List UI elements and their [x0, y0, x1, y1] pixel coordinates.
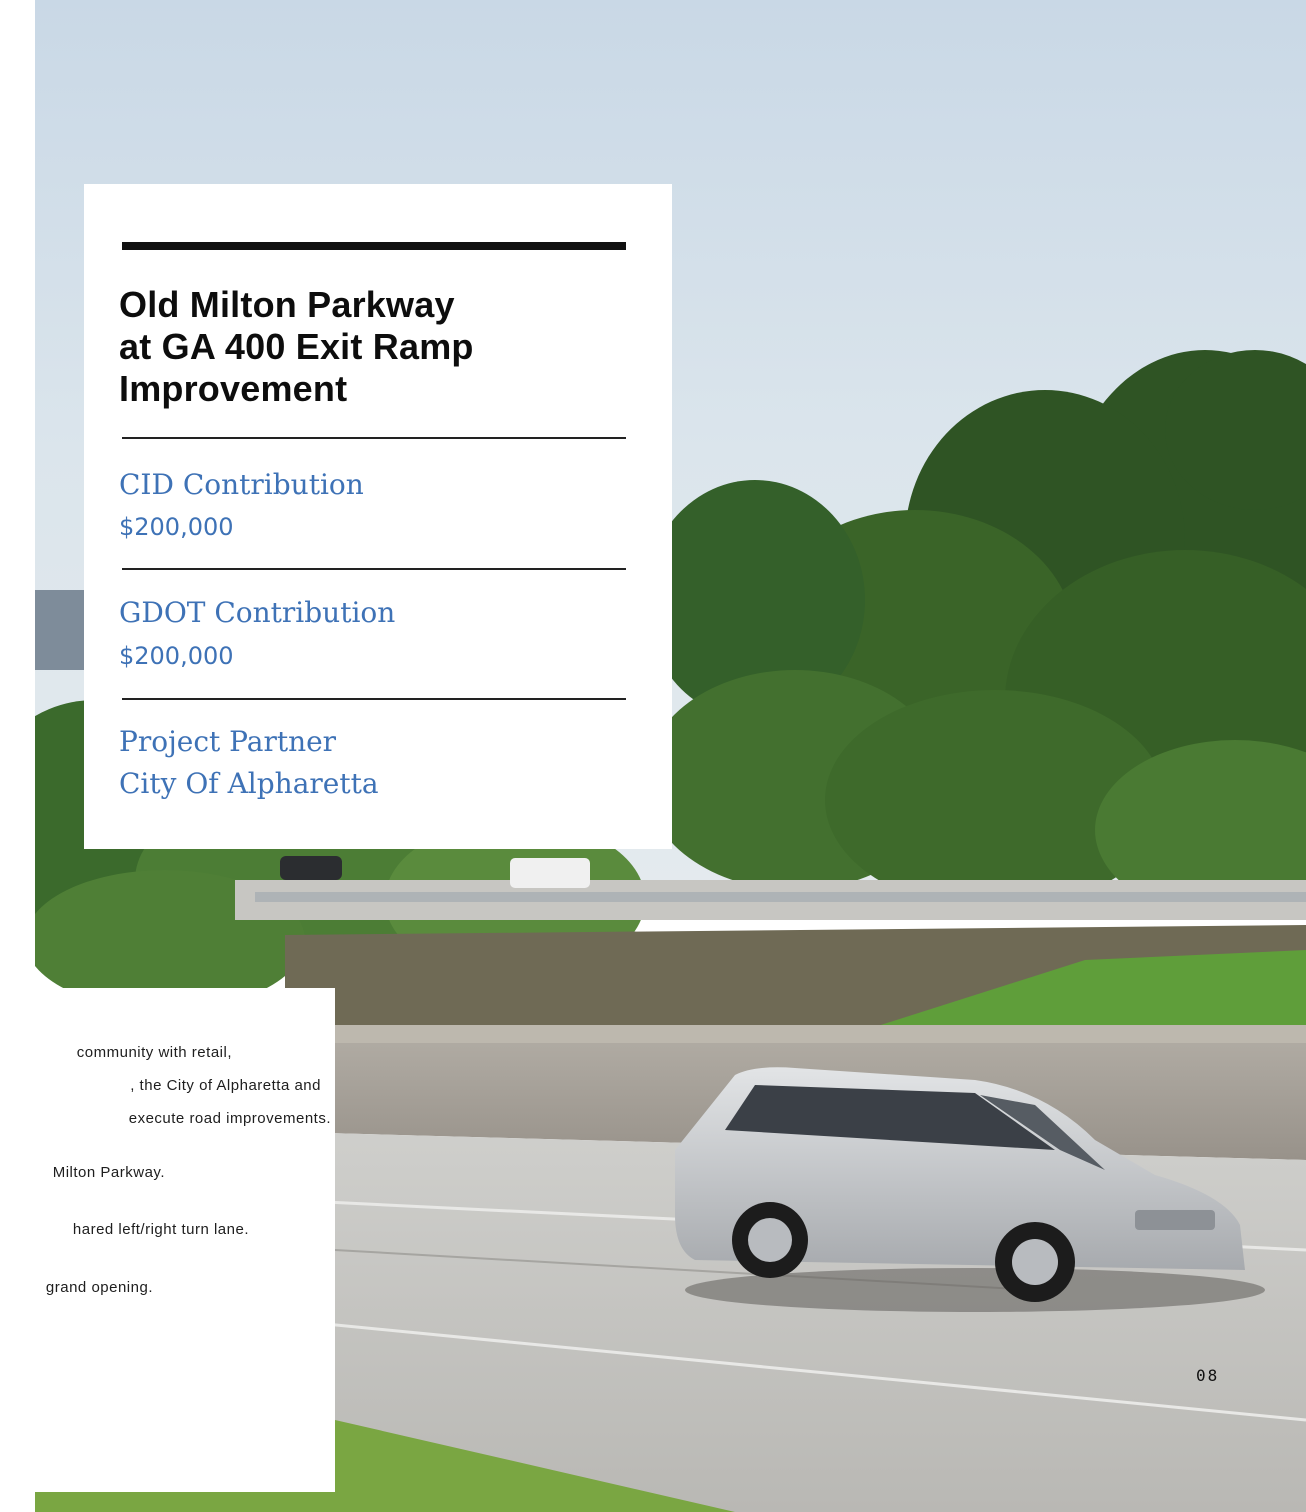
gdot-contribution-value: $200,000 [119, 642, 234, 670]
body-text-line: , the City of Alpharetta and [130, 1077, 321, 1094]
project-title-line: at GA 400 Exit Ramp [119, 326, 474, 367]
project-title-line: Improvement [119, 368, 348, 409]
body-text-line: grand opening. [45, 1279, 153, 1296]
body-text-line: Milton Parkway. [52, 1164, 165, 1181]
project-partner-value: City Of Alpharetta [119, 767, 379, 800]
body-text-line: community with retail, [76, 1044, 232, 1061]
cid-contribution-value: $200,000 [119, 513, 234, 541]
gdot-contribution-label: GDOT Contribution [119, 596, 396, 629]
project-partner-label: Project Partner [119, 725, 337, 758]
project-title: Old Milton Parkway at GA 400 Exit Ramp I… [119, 284, 629, 410]
page-number: 08 [1196, 1366, 1220, 1385]
cid-contribution-label: CID Contribution [119, 468, 364, 501]
divider [122, 568, 626, 570]
guardrail [255, 892, 1306, 902]
project-title-line: Old Milton Parkway [119, 284, 455, 325]
body-text-card: community with retail, , the City of Alp… [0, 988, 335, 1492]
card-top-rule [122, 242, 626, 250]
body-text-line: execute road improvements. [128, 1110, 331, 1127]
divider [122, 698, 626, 700]
body-text-line: hared left/right turn lane. [72, 1221, 249, 1238]
project-info-card: Old Milton Parkway at GA 400 Exit Ramp I… [84, 184, 672, 849]
divider [122, 437, 626, 439]
